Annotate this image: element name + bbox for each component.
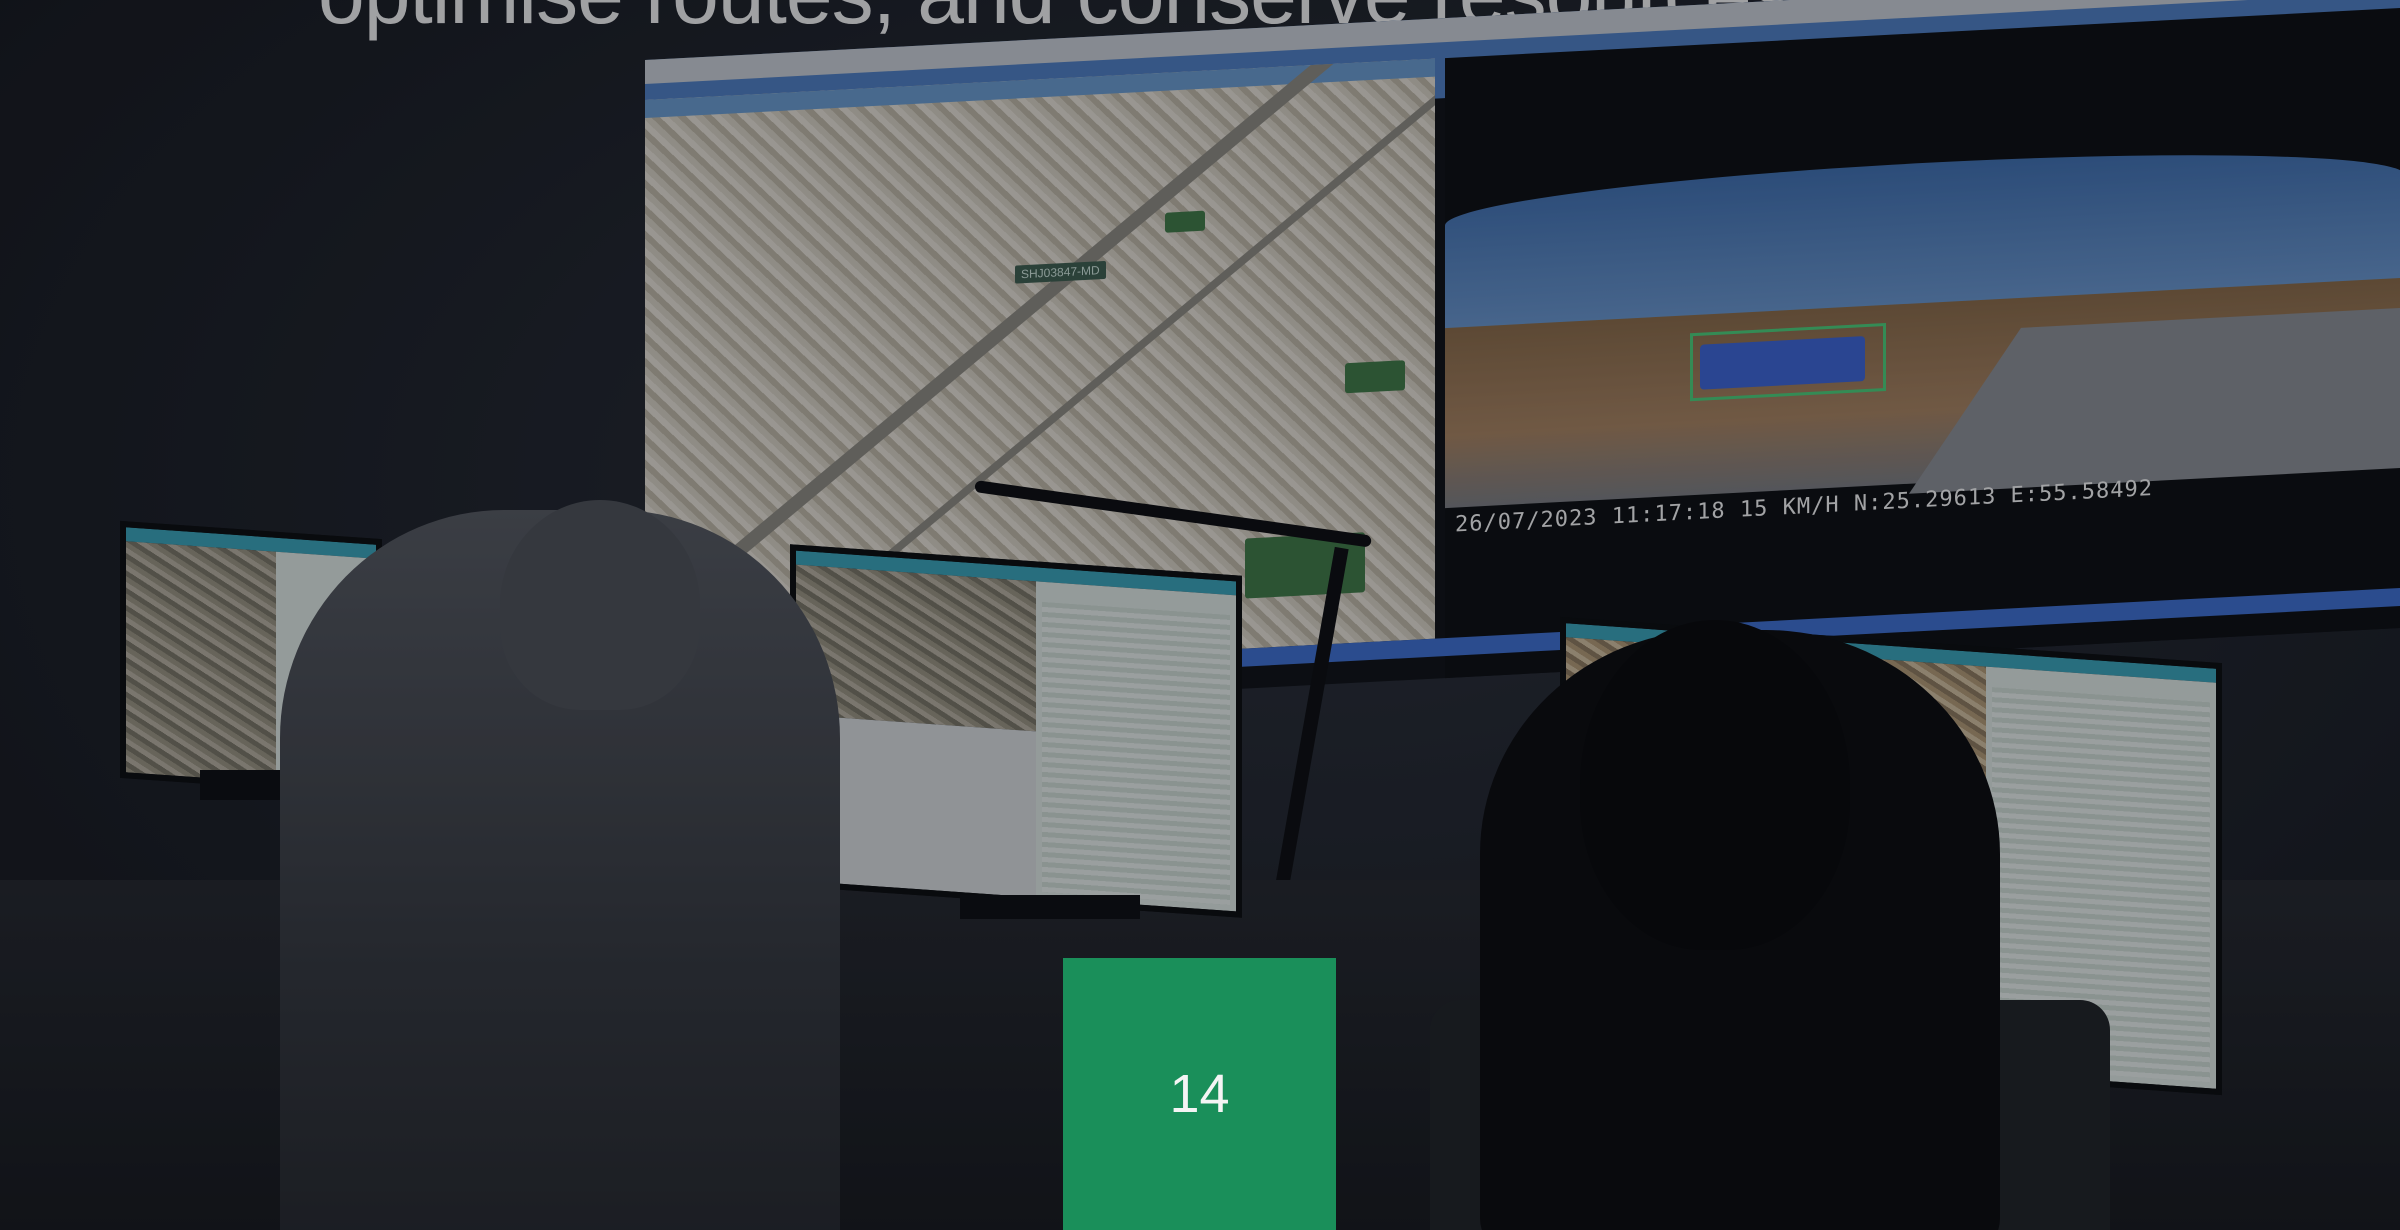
vehicle-map-label: SHJ03847-MD xyxy=(1015,260,1106,284)
center-monitor xyxy=(790,544,1242,918)
operator-left-head xyxy=(500,500,700,710)
screen-map xyxy=(126,541,276,783)
photo-scene: optimise routes, and conserve resources.… xyxy=(0,0,2400,1230)
map-vegetation xyxy=(1345,360,1405,394)
center-monitor-screen xyxy=(796,550,1236,912)
camera-feed-panel: 26/07/2023 11:17:18 15 KM/H N:25.29613 E… xyxy=(1445,7,2400,679)
map-vegetation xyxy=(1165,210,1205,233)
screen-list-rows xyxy=(1042,601,1230,905)
screen-list xyxy=(1036,581,1236,912)
center-monitor-stand xyxy=(960,895,1140,919)
page-number: 14 xyxy=(1169,1064,1230,1124)
page-number-box: 14 xyxy=(1063,958,1336,1230)
detection-box xyxy=(1690,322,1886,402)
operator-right-head xyxy=(1580,620,1850,950)
left-monitor-stand xyxy=(200,770,280,800)
